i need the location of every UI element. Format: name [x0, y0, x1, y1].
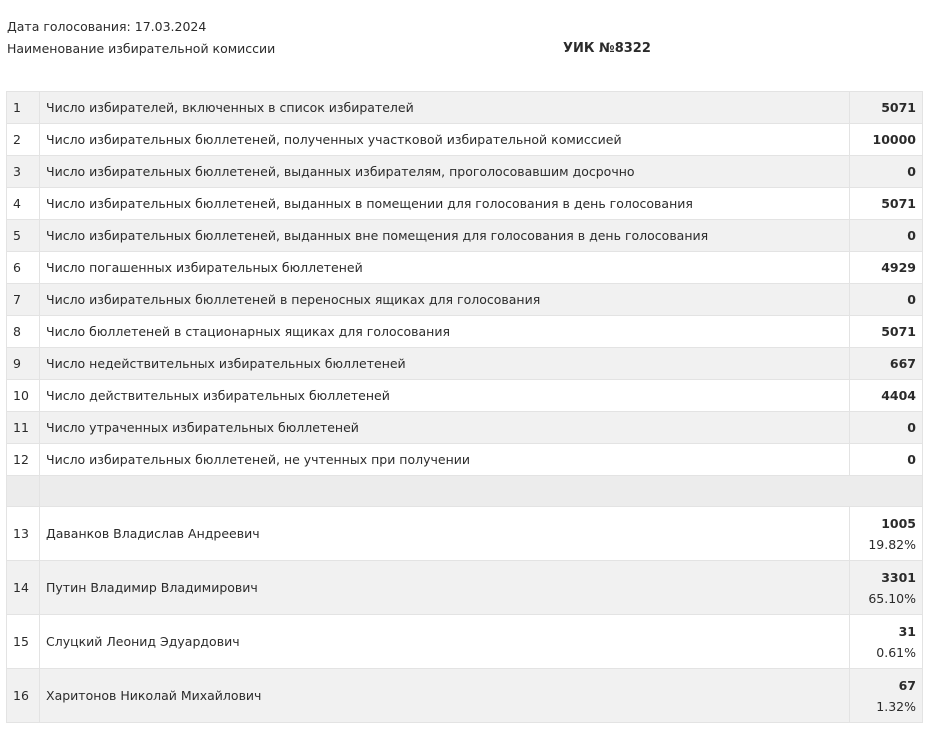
divider-cell: [39, 475, 923, 507]
line-number: 3: [6, 155, 40, 188]
results-table: 1 Число избирателей, включенных в список …: [6, 91, 923, 723]
line-value: 667: [849, 347, 923, 380]
candidate-votes: 3301: [881, 569, 916, 585]
candidate-result: 67 1.32%: [849, 668, 923, 723]
divider-cell: [6, 475, 40, 507]
line-value: 0: [849, 443, 923, 476]
line-number: 12: [6, 443, 40, 476]
line-value: 0: [849, 219, 923, 252]
line-label: Число избирательных бюллетеней, выданных…: [39, 155, 850, 188]
line-value: 10000: [849, 123, 923, 156]
line-label: Число избирательных бюллетеней, полученн…: [39, 123, 850, 156]
line-value: 0: [849, 155, 923, 188]
line-label: Число избирательных бюллетеней в перенос…: [39, 283, 850, 316]
candidate-result: 3301 65.10%: [849, 560, 923, 615]
line-value: 5071: [849, 91, 923, 124]
protocol-line-row: 5 Число избирательных бюллетеней, выданны…: [6, 219, 923, 252]
line-number: 6: [6, 251, 40, 284]
line-number: 9: [6, 347, 40, 380]
candidate-name: Слуцкий Леонид Эдуардович: [39, 614, 850, 669]
line-label: Число избирательных бюллетеней, не учтен…: [39, 443, 850, 476]
line-value: 4929: [849, 251, 923, 284]
protocol-line-row: 1 Число избирателей, включенных в список …: [6, 91, 923, 124]
candidate-row: 13 Даванков Владислав Андреевич 1005 19.82%: [6, 506, 923, 561]
candidate-votes: 1005: [881, 515, 916, 531]
voting-date-label: Дата голосования:: [7, 19, 131, 34]
line-label: Число избирательных бюллетеней, выданных…: [39, 219, 850, 252]
line-value: 0: [849, 283, 923, 316]
candidate-percent: 0.61%: [876, 644, 916, 660]
protocol-line-row: 11 Число утраченных избирательных бюллете…: [6, 411, 923, 444]
line-number: 10: [6, 379, 40, 412]
voting-date-row: Дата голосования: 17.03.2024: [7, 16, 907, 38]
line-label: Число избирателей, включенных в список и…: [39, 91, 850, 124]
line-value: 5071: [849, 315, 923, 348]
candidate-votes: 31: [898, 623, 916, 639]
candidate-number: 14: [6, 560, 40, 615]
line-number: 8: [6, 315, 40, 348]
line-value: 5071: [849, 187, 923, 220]
protocol-line-row: 7 Число избирательных бюллетеней в перено…: [6, 283, 923, 316]
candidate-number: 15: [6, 614, 40, 669]
line-label: Число действительных избирательных бюлле…: [39, 379, 850, 412]
protocol-header: Дата голосования: 17.03.2024 Наименовани…: [7, 16, 907, 60]
candidate-votes: 67: [898, 677, 916, 693]
section-divider-row: [6, 475, 923, 507]
candidate-result: 1005 19.82%: [849, 506, 923, 561]
line-label: Число утраченных избирательных бюллетене…: [39, 411, 850, 444]
candidate-number: 13: [6, 506, 40, 561]
line-label: Число недействительных избирательных бюл…: [39, 347, 850, 380]
results-table-body: 1 Число избирателей, включенных в список …: [6, 91, 923, 723]
line-value: 0: [849, 411, 923, 444]
commission-label: Наименование избирательной комиссии: [7, 41, 276, 56]
candidate-percent: 19.82%: [868, 536, 916, 552]
candidate-result: 31 0.61%: [849, 614, 923, 669]
candidate-number: 16: [6, 668, 40, 723]
line-number: 11: [6, 411, 40, 444]
voting-date-value: 17.03.2024: [134, 19, 207, 34]
protocol-line-row: 3 Число избирательных бюллетеней, выданны…: [6, 155, 923, 188]
line-number: 7: [6, 283, 40, 316]
line-value: 4404: [849, 379, 923, 412]
line-label: Число избирательных бюллетеней, выданных…: [39, 187, 850, 220]
protocol-line-row: 6 Число погашенных избирательных бюллетен…: [6, 251, 923, 284]
protocol-line-row: 12 Число избирательных бюллетеней, не учт…: [6, 443, 923, 476]
line-number: 4: [6, 187, 40, 220]
protocol-line-row: 4 Число избирательных бюллетеней, выданны…: [6, 187, 923, 220]
candidate-percent: 65.10%: [868, 590, 916, 606]
candidate-row: 14 Путин Владимир Владимирович 3301 65.10%: [6, 560, 923, 615]
candidate-name: Харитонов Николай Михайлович: [39, 668, 850, 723]
protocol-line-row: 10 Число действительных избирательных бюл…: [6, 379, 923, 412]
commission-name: УИК №8322: [563, 41, 651, 56]
line-label: Число бюллетеней в стационарных ящиках д…: [39, 315, 850, 348]
candidate-row: 15 Слуцкий Леонид Эдуардович 31 0.61%: [6, 614, 923, 669]
candidate-name: Путин Владимир Владимирович: [39, 560, 850, 615]
candidate-percent: 1.32%: [876, 698, 916, 714]
line-number: 2: [6, 123, 40, 156]
protocol-line-row: 9 Число недействительных избирательных бю…: [6, 347, 923, 380]
commission-row: Наименование избирательной комиссии УИК …: [7, 38, 907, 60]
line-number: 1: [6, 91, 40, 124]
candidate-row: 16 Харитонов Николай Михайлович 67 1.32%: [6, 668, 923, 723]
line-number: 5: [6, 219, 40, 252]
candidate-name: Даванков Владислав Андреевич: [39, 506, 850, 561]
protocol-line-row: 8 Число бюллетеней в стационарных ящиках …: [6, 315, 923, 348]
line-label: Число погашенных избирательных бюллетене…: [39, 251, 850, 284]
protocol-line-row: 2 Число избирательных бюллетеней, получен…: [6, 123, 923, 156]
